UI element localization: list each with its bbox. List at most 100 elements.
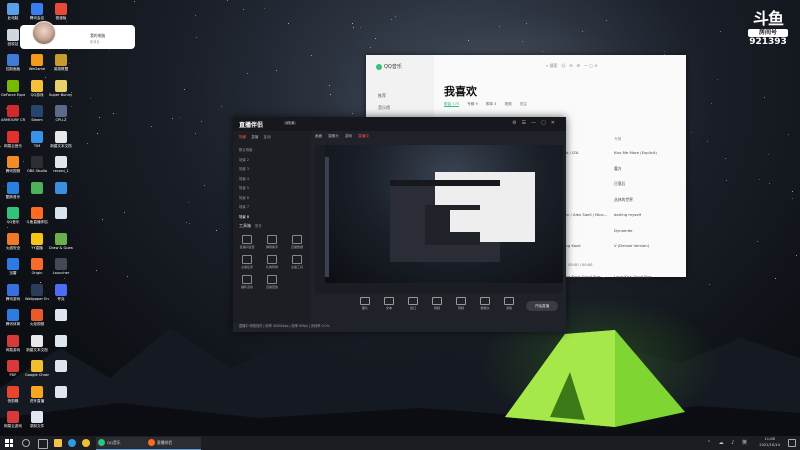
desktop-icon[interactable] [49, 207, 73, 235]
desktop-icon[interactable]: 腾讯游戏 [1, 283, 25, 312]
search-icon[interactable] [22, 439, 30, 447]
scene-tab[interactable]: 互动 [263, 135, 270, 139]
scene-item[interactable]: 场景 2 [239, 157, 249, 162]
song-title[interactable]: V (Deluxe Version) [614, 243, 649, 248]
source-button[interactable]: 窗口 [403, 297, 423, 310]
preview-tab[interactable]: 摄像头 [328, 134, 339, 138]
desktop-icon[interactable] [49, 309, 73, 337]
scene-item[interactable]: 场景 3 [239, 166, 249, 171]
explorer-icon[interactable] [54, 439, 62, 447]
task-view-icon[interactable] [38, 439, 48, 449]
desktop-icon[interactable]: 网易游戏 [1, 334, 25, 363]
tab[interactable]: 专辑 9 [467, 102, 478, 106]
song-title[interactable]: 日落后 [614, 181, 625, 187]
source-button[interactable]: 文本 [379, 297, 399, 310]
desktop-icon[interactable]: 新建文本文档 [49, 130, 73, 159]
desktop-icon[interactable]: 酷狗音乐 [1, 181, 25, 210]
preview-tab[interactable]: 直播中 [358, 134, 369, 138]
scene-item[interactable]: 场景 4 [239, 176, 249, 181]
tab[interactable]: 歌单 3 [486, 102, 497, 106]
desktop-icon[interactable]: 网易云游戏 [1, 411, 25, 439]
scene-item[interactable]: 场景 6 [239, 195, 249, 200]
desktop-icon[interactable] [49, 334, 73, 363]
song-title[interactable]: Dynamite [614, 228, 632, 233]
desktop-icon[interactable]: 新建文本文档 [25, 334, 49, 363]
desktop-icon[interactable]: YY直播 [25, 232, 49, 261]
desktop-icon[interactable]: 腾讯视频 [1, 156, 25, 184]
desktop-icon[interactable]: ARMOURY CRATE [1, 105, 25, 133]
desktop-icon[interactable]: Draw & Guess [49, 232, 73, 261]
desktop-icon[interactable] [25, 181, 49, 210]
desktop-icon[interactable]: 英雄联盟 [49, 54, 73, 82]
sidebar-item[interactable]: 音乐馆 [378, 105, 390, 111]
scene-tab[interactable]: 场景 [239, 135, 246, 139]
desktop-icon[interactable]: PDF [1, 360, 25, 388]
edge-icon[interactable] [68, 439, 76, 447]
streamer-window[interactable]: 直播伴侣 V5.8 ⚙☰—▢✕ 场景 直播 互动 默认场景 场景 2 场景 3 场景 4 场… [233, 117, 566, 332]
desktop-icon[interactable]: Google Chrome [25, 360, 49, 388]
desktop-icon[interactable]: record_1 [49, 156, 73, 184]
preview-tab[interactable]: 游戏 [345, 134, 352, 138]
taskbar-task[interactable]: 直播伴侣 [146, 437, 201, 450]
desktop-icon[interactable]: 网易云音乐 [1, 130, 25, 159]
scene-item[interactable]: 场景 5 [239, 185, 249, 190]
taskbar-task[interactable]: QQ音乐 [96, 437, 151, 450]
tool-button[interactable]: 礼物特效 [260, 255, 284, 269]
desktop-icon[interactable]: QQ游戏 [25, 79, 49, 108]
desktop-icon[interactable]: 虎牙直播 [25, 385, 49, 414]
system-tray[interactable]: ⌃ ☁ ♪ 英 [707, 439, 750, 446]
desktop-icon[interactable]: 录制文件 [25, 411, 49, 439]
qq-top-bar[interactable]: ⌕ 搜索 ☺ ✉ ⚙ — ▢ ✕ [546, 63, 598, 69]
search-icon[interactable]: ⌕ [546, 63, 548, 68]
scene-item[interactable]: 场景 8 [239, 214, 249, 219]
desktop-icon[interactable]: GeForce Experience [1, 79, 25, 108]
desktop-icon[interactable]: 腾讯体育 [1, 309, 25, 337]
desktop-icon[interactable] [49, 385, 73, 414]
tool-button[interactable]: 直播回放 [260, 275, 284, 289]
window-controls[interactable]: ⚙☰—▢✕ [512, 120, 560, 126]
tool-button[interactable]: 主播工具 [285, 255, 309, 269]
desktop-icon[interactable]: Origin [25, 258, 49, 286]
desktop-icon[interactable]: WeGame [25, 54, 49, 82]
source-button[interactable]: 摄像头 [475, 297, 495, 310]
start-live-button[interactable]: 开始直播 [526, 301, 558, 311]
source-button[interactable]: 视频 [427, 297, 447, 310]
desktop-icon[interactable]: 夸克 [49, 283, 73, 312]
song-title[interactable]: darling myself [614, 212, 641, 217]
desktop-icon[interactable] [49, 181, 73, 210]
tab[interactable]: 关注 [520, 102, 527, 106]
desktop-icon[interactable]: Super Bunny Man [49, 79, 73, 108]
sidebar-item[interactable]: 推荐 [378, 93, 386, 99]
desktop-icon[interactable]: CPU-Z [49, 105, 73, 133]
scene-tab[interactable]: 直播 [251, 135, 258, 139]
tool-button[interactable]: 主播任务 [235, 255, 259, 269]
desktop-icon[interactable]: Launcher [49, 258, 73, 286]
source-button[interactable]: 滤镜 [499, 297, 519, 310]
song-title[interactable]: 魔方 [614, 166, 622, 172]
player-bar[interactable]: ▶ 00:00 / 00:00 [562, 263, 682, 273]
desktop-icon[interactable]: 控制面板 [1, 54, 25, 82]
tool-button[interactable]: 福利活动 [235, 275, 259, 289]
tab[interactable]: 视频 [504, 102, 511, 106]
desktop-icon[interactable]: Steam [25, 105, 49, 133]
song-title[interactable]: 丛林的世界 [614, 197, 633, 203]
desktop-icon[interactable]: 快剪辑 [1, 385, 25, 414]
desktop-icon[interactable]: OBS Studio [25, 156, 49, 184]
desktop-icon[interactable]: Wallpaper Engine [25, 283, 49, 312]
tool-button[interactable]: 直播数据 [285, 235, 309, 249]
scene-item[interactable]: 场景 7 [239, 204, 249, 209]
desktop-icon[interactable]: 斗鱼直播伴侣 [25, 207, 49, 235]
source-button[interactable]: 图片 [355, 297, 375, 310]
chrome-icon[interactable] [82, 439, 90, 447]
chat-popup[interactable]: 我的电脑 新消息 [20, 21, 135, 49]
tool-button[interactable]: 弹幕助手 [260, 235, 284, 249]
desktop-icon[interactable]: TIM [25, 130, 49, 159]
desktop-icon[interactable]: QQ音乐 [1, 207, 25, 235]
desktop-icon[interactable]: 迅雷 [1, 258, 25, 286]
scene-item[interactable]: 默认场景 [239, 147, 253, 152]
desktop-icon[interactable] [49, 360, 73, 388]
tools-more-link[interactable]: 更多 [255, 224, 262, 228]
notification-icon[interactable] [788, 439, 796, 447]
preview-tab[interactable]: 画面 [315, 134, 322, 138]
tab[interactable]: 歌曲 170 [444, 102, 460, 107]
